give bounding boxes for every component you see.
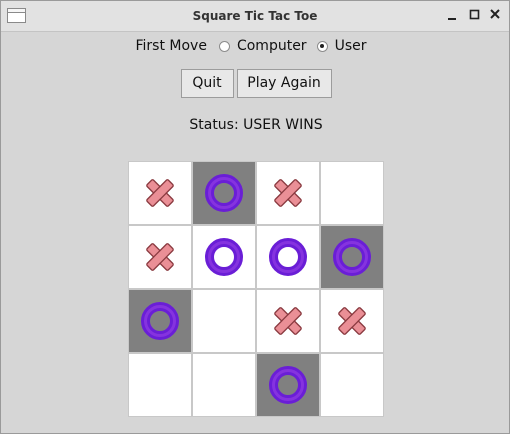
radio-user-label: User bbox=[334, 38, 367, 54]
x-mark-icon bbox=[146, 179, 174, 207]
first-move-label: First Move bbox=[135, 38, 207, 54]
board-cell[interactable] bbox=[321, 290, 383, 352]
x-mark-icon bbox=[146, 243, 174, 271]
board-cell[interactable] bbox=[257, 290, 319, 352]
close-icon bbox=[490, 9, 500, 19]
radio-user[interactable]: User bbox=[316, 38, 367, 54]
maximize-button[interactable] bbox=[467, 7, 483, 23]
first-move-group: First Move Computer User bbox=[1, 35, 510, 57]
board-cell[interactable] bbox=[193, 290, 255, 352]
radio-computer-label: Computer bbox=[236, 38, 307, 54]
play-again-button[interactable]: Play Again bbox=[236, 69, 332, 98]
o-mark-icon bbox=[205, 174, 243, 212]
close-button[interactable] bbox=[488, 7, 504, 23]
board-cell[interactable] bbox=[193, 162, 255, 224]
o-mark-icon bbox=[333, 238, 371, 276]
status-value: USER WINS bbox=[243, 117, 323, 133]
board-cell[interactable] bbox=[257, 226, 319, 288]
board-cell[interactable] bbox=[129, 226, 191, 288]
quit-button[interactable]: Quit bbox=[180, 69, 234, 98]
board-cell[interactable] bbox=[321, 162, 383, 224]
status-line: Status: USER WINS bbox=[1, 117, 510, 133]
title-bar[interactable]: Square Tic Tac Toe bbox=[1, 1, 509, 32]
minimize-icon bbox=[448, 18, 456, 20]
radio-user-indicator[interactable] bbox=[316, 40, 328, 52]
board-cell[interactable] bbox=[257, 162, 319, 224]
board-cell[interactable] bbox=[321, 354, 383, 416]
o-mark-icon bbox=[141, 302, 179, 340]
minimize-button[interactable] bbox=[445, 7, 461, 23]
board-cell[interactable] bbox=[129, 162, 191, 224]
game-board bbox=[128, 161, 384, 417]
board-cell[interactable] bbox=[257, 354, 319, 416]
maximize-icon bbox=[469, 9, 480, 20]
board-cell[interactable] bbox=[321, 226, 383, 288]
app-window: Square Tic Tac Toe First Move Computer U… bbox=[0, 0, 510, 434]
x-mark-icon bbox=[274, 179, 302, 207]
o-mark-icon bbox=[269, 366, 307, 404]
radio-computer-indicator[interactable] bbox=[218, 40, 230, 52]
o-mark-icon bbox=[205, 238, 243, 276]
radio-computer[interactable]: Computer bbox=[218, 38, 307, 54]
status-label: Status: bbox=[189, 117, 239, 133]
board-cell[interactable] bbox=[193, 226, 255, 288]
board-cell[interactable] bbox=[193, 354, 255, 416]
window-title: Square Tic Tac Toe bbox=[192, 9, 318, 23]
o-mark-icon bbox=[269, 238, 307, 276]
x-mark-icon bbox=[274, 307, 302, 335]
x-mark-icon bbox=[338, 307, 366, 335]
board-cell[interactable] bbox=[129, 354, 191, 416]
button-row: Quit Play Again bbox=[1, 69, 510, 98]
board-cell[interactable] bbox=[129, 290, 191, 352]
